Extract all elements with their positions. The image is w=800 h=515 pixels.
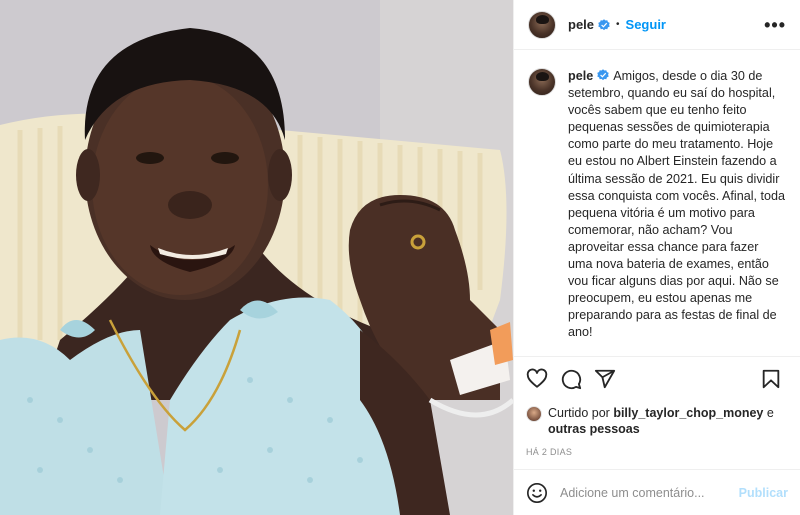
author-username[interactable]: pele [568, 17, 594, 32]
post-timestamp[interactable]: HÁ 2 DIAS [526, 447, 788, 469]
comment-box: Publicar [514, 469, 800, 515]
heart-icon[interactable] [526, 368, 548, 390]
action-row [526, 367, 788, 391]
emoji-icon[interactable] [526, 482, 548, 504]
verified-badge-icon [597, 69, 609, 81]
liked-by-others[interactable]: outras pessoas [548, 422, 640, 436]
caption-row: pele Amigos, desde o dia 30 de setembro, … [528, 68, 786, 356]
post-side-panel: pele • Seguir ••• pele Amigos, desde o di… [513, 0, 800, 515]
post-actions: Curtido por billy_taylor_chop_money e ou… [514, 356, 800, 469]
caption-username[interactable]: pele [568, 69, 593, 83]
publish-button[interactable]: Publicar [739, 486, 788, 500]
bookmark-icon[interactable] [760, 368, 782, 390]
comment-input[interactable] [560, 485, 739, 500]
separator-dot: • [616, 19, 620, 30]
share-icon[interactable] [594, 368, 616, 390]
liked-by-user[interactable]: billy_taylor_chop_money [613, 406, 763, 420]
caption-area[interactable]: pele Amigos, desde o dia 30 de setembro, … [514, 50, 800, 356]
follow-button[interactable]: Seguir [626, 17, 666, 32]
author-avatar[interactable] [528, 10, 556, 39]
liked-by-prefix: Curtido por [548, 406, 610, 420]
verified-badge-icon [598, 18, 610, 30]
more-options-icon[interactable]: ••• [764, 16, 786, 34]
liked-by: Curtido por billy_taylor_chop_money e ou… [526, 405, 788, 437]
caption-text: pele Amigos, desde o dia 30 de setembro, … [568, 68, 786, 356]
caption-body: Amigos, desde o dia 30 de setembro, quan… [568, 69, 786, 340]
post-photo[interactable] [0, 0, 513, 515]
instagram-post: pele • Seguir ••• pele Amigos, desde o di… [0, 0, 800, 515]
comment-icon[interactable] [560, 368, 582, 390]
post-header: pele • Seguir ••• [514, 0, 800, 50]
liker-avatar[interactable] [526, 406, 542, 422]
liked-by-connector: e [766, 406, 774, 420]
liked-by-text: Curtido por billy_taylor_chop_money e ou… [548, 405, 788, 437]
photo-illustration [0, 0, 513, 515]
caption-author-avatar[interactable] [528, 68, 556, 96]
